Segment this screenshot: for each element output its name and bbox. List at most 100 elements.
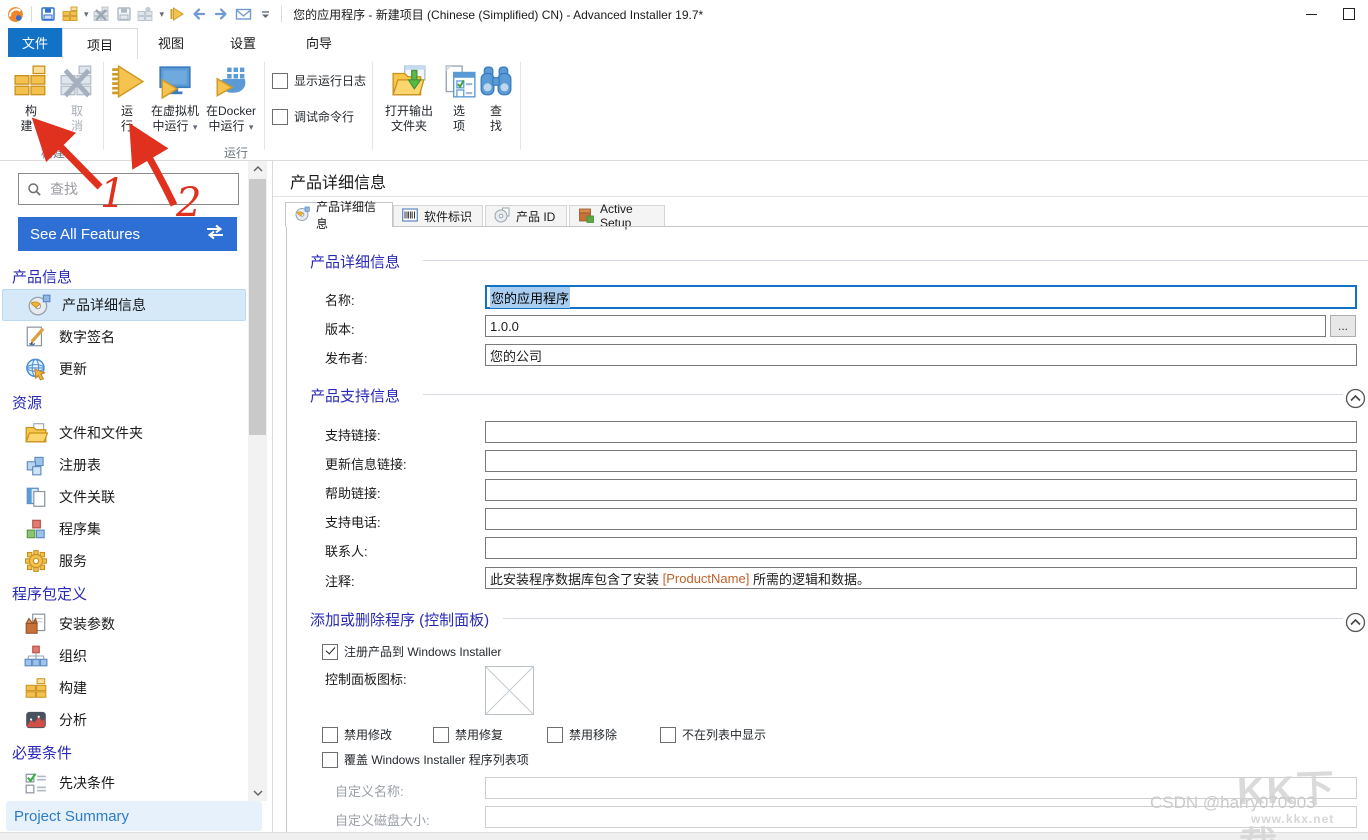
run-button[interactable]: 运 行 bbox=[108, 62, 146, 134]
support-phone-field[interactable] bbox=[485, 508, 1357, 530]
sidebar-item-registry[interactable]: 注册表 bbox=[0, 449, 244, 481]
run-vm-label-line1: 在虚拟机 bbox=[151, 104, 199, 119]
build-button[interactable]: 构 建 ▾ bbox=[8, 62, 54, 135]
tab-software-identification[interactable]: 软件标识 bbox=[393, 205, 483, 227]
sidebar-item-assemblies[interactable]: 程序集 bbox=[0, 513, 244, 545]
tab-settings[interactable]: 设置 bbox=[212, 28, 274, 57]
comments-field[interactable]: 此安装程序数据库包含了安装 [ProductName] 所需的逻辑和数据。 bbox=[485, 567, 1357, 589]
assemblies-cubes-icon bbox=[24, 517, 48, 541]
sidebar-item-product-details[interactable]: 产品详细信息 bbox=[2, 289, 246, 321]
sidebar-item-label: 构建 bbox=[59, 678, 87, 698]
support-link-field[interactable] bbox=[485, 421, 1357, 443]
minimize-button[interactable] bbox=[1292, 0, 1330, 28]
scroll-down-icon[interactable] bbox=[248, 785, 267, 801]
disable-remove-label: 禁用移除 bbox=[569, 726, 617, 743]
control-panel-icon-placeholder[interactable] bbox=[485, 666, 534, 715]
register-product-checkbox[interactable]: 注册产品到 Windows Installer bbox=[322, 643, 501, 660]
contact-field[interactable] bbox=[485, 537, 1357, 559]
advanced-installer-window: ▾ ▾ bbox=[0, 0, 1368, 840]
find-button[interactable]: 查 找 bbox=[478, 62, 514, 134]
disable-repair-checkbox[interactable]: 禁用修复 bbox=[433, 726, 503, 743]
sidebar-item-file-associations[interactable]: 文件关联 bbox=[0, 481, 244, 513]
open-output-folder-button[interactable]: 打开输出 文件夹 bbox=[377, 62, 441, 134]
name-label: 名称: bbox=[325, 290, 355, 309]
cancel-build-button: 取 消 bbox=[56, 62, 98, 134]
update-info-link-field[interactable] bbox=[485, 450, 1357, 472]
builds-bricks-icon bbox=[24, 676, 48, 700]
build-dropdown-icon[interactable]: ▾ bbox=[84, 9, 89, 20]
customize-toolbar-icon[interactable] bbox=[256, 5, 274, 23]
disable-remove-checkbox[interactable]: 禁用移除 bbox=[547, 726, 617, 743]
product-details-tab-icon bbox=[294, 206, 310, 225]
build-icon[interactable] bbox=[61, 5, 79, 23]
version-field[interactable] bbox=[485, 315, 1326, 337]
sidebar-item-label: 更新 bbox=[59, 359, 87, 379]
forward-icon[interactable] bbox=[212, 5, 230, 23]
run-vm-label-line2: 中运行 ▾ bbox=[153, 119, 198, 135]
options-label-line1: 选 bbox=[453, 104, 465, 119]
sidebar-item-organization[interactable]: 组织 bbox=[0, 640, 244, 672]
run-in-docker-button[interactable]: 在Docker 中运行 ▾ bbox=[202, 62, 260, 135]
tab-view[interactable]: 视图 bbox=[140, 28, 202, 57]
section-support-title: 产品支持信息 bbox=[310, 385, 410, 406]
hide-from-list-checkbox[interactable]: 不在列表中显示 bbox=[660, 726, 766, 743]
product-details-icon bbox=[27, 293, 51, 317]
sidebar-item-services[interactable]: 服务 bbox=[0, 545, 244, 577]
see-all-features-button[interactable]: See All Features bbox=[18, 217, 237, 251]
scrollbar-thumb[interactable] bbox=[249, 179, 266, 435]
minimize-icon bbox=[1306, 14, 1317, 15]
override-windows-installer-checkbox[interactable]: 覆盖 Windows Installer 程序列表项 bbox=[322, 751, 529, 768]
analytics-chart-icon bbox=[24, 708, 48, 732]
name-field[interactable]: 您的应用程序 bbox=[485, 285, 1357, 309]
title-bar: ▾ ▾ bbox=[0, 0, 1368, 28]
run-icon[interactable] bbox=[168, 5, 186, 23]
dropdown-arrow-icon: ▾ bbox=[37, 122, 42, 132]
search-input[interactable] bbox=[48, 180, 238, 198]
checkbox-icon bbox=[547, 727, 563, 743]
sidebar-item-files-folders[interactable]: 文件和文件夹 bbox=[0, 417, 244, 449]
sidebar-item-digital-signature[interactable]: 数字签名 bbox=[0, 321, 244, 353]
tab-active-setup[interactable]: Active Setup bbox=[569, 205, 665, 227]
tab-wizards[interactable]: 向导 bbox=[288, 28, 350, 57]
sidebar-item-label: 数字签名 bbox=[59, 327, 115, 347]
maximize-button[interactable] bbox=[1330, 0, 1368, 28]
collapse-section-button[interactable] bbox=[1345, 388, 1366, 409]
project-summary-button[interactable]: Project Summary bbox=[6, 801, 262, 831]
section-divider bbox=[423, 260, 1368, 261]
group-separator bbox=[103, 62, 104, 150]
collapse-section-button[interactable] bbox=[1345, 612, 1366, 633]
disable-modify-checkbox[interactable]: 禁用修改 bbox=[322, 726, 392, 743]
tab-file[interactable]: 文件 bbox=[8, 28, 62, 57]
publisher-field[interactable] bbox=[485, 344, 1357, 366]
sidebar-item-updates[interactable]: 更新 bbox=[0, 353, 244, 385]
tab-product-details[interactable]: 产品详细信息 bbox=[285, 202, 393, 227]
help-link-field[interactable] bbox=[485, 479, 1357, 501]
tab-project[interactable]: 项目 bbox=[62, 28, 138, 59]
build-patch-icon bbox=[137, 5, 155, 23]
cancel-build-large-icon bbox=[59, 62, 95, 102]
debug-cmdline-checkbox[interactable]: 调试命令行 bbox=[272, 108, 354, 125]
sidebar-item-label: 产品详细信息 bbox=[62, 295, 146, 315]
options-button[interactable]: 选 项 bbox=[441, 62, 477, 134]
sidebar-item-prerequisites[interactable]: 先决条件 bbox=[0, 767, 244, 799]
files-folders-icon bbox=[24, 421, 48, 445]
window-title: 您的应用程序 - 新建项目 (Chinese (Simplified) CN) … bbox=[293, 6, 703, 23]
run-in-vm-button[interactable]: 在虚拟机 中运行 ▾ bbox=[148, 62, 202, 135]
tab-product-id[interactable]: 产品 ID bbox=[485, 205, 567, 227]
version-browse-button[interactable]: ... bbox=[1330, 315, 1356, 337]
sidebar-item-label: 服务 bbox=[59, 551, 87, 571]
updates-globe-icon bbox=[24, 357, 48, 381]
checkbox-icon bbox=[272, 73, 288, 89]
checkbox-icon bbox=[322, 727, 338, 743]
dropdown-arrow-icon: ▾ bbox=[249, 122, 254, 132]
sidebar-item-builds[interactable]: 构建 bbox=[0, 672, 244, 704]
show-run-log-checkbox[interactable]: 显示运行日志 bbox=[272, 72, 366, 89]
save-icon[interactable] bbox=[39, 5, 57, 23]
sidebar-search-box[interactable] bbox=[18, 173, 239, 205]
scroll-up-icon[interactable] bbox=[248, 161, 267, 177]
sidebar-item-analytics[interactable]: 分析 bbox=[0, 704, 244, 736]
sidebar-item-install-parameters[interactable]: 安装参数 bbox=[0, 608, 244, 640]
feedback-mail-icon[interactable] bbox=[234, 5, 252, 23]
sidebar-scrollbar[interactable] bbox=[248, 161, 267, 801]
back-icon[interactable] bbox=[190, 5, 208, 23]
